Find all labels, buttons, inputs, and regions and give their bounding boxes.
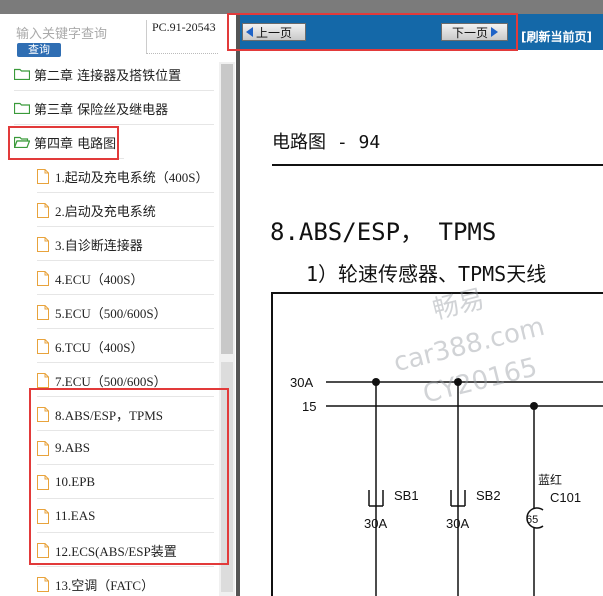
next-page-button[interactable]: 下一页 <box>441 23 508 41</box>
rail-30a-label: 30A <box>290 375 313 390</box>
file-icon <box>37 236 49 252</box>
tree-item-2[interactable]: 2.启动及充电系统 <box>37 194 214 227</box>
file-icon <box>37 338 49 354</box>
document-viewer: 上一页 下一页 [刷新当前页] 电路图 - 94 8.ABS/ESP， TPMS… <box>240 14 603 596</box>
file-icon <box>37 576 49 592</box>
refresh-page-link[interactable]: [刷新当前页] <box>521 28 592 45</box>
file-icon <box>37 508 49 524</box>
tree-item-1[interactable]: 1.起动及充电系统（400S） <box>37 160 214 193</box>
prev-page-label: 上一页 <box>256 25 293 40</box>
tree-item-label: 9.ABS <box>55 440 91 455</box>
arrow-left-icon <box>246 27 253 37</box>
fuse-sb2-rating: 30A <box>446 516 469 531</box>
file-icon <box>37 542 49 558</box>
file-icon <box>37 372 49 388</box>
file-icon <box>37 168 49 184</box>
next-page-label: 下一页 <box>452 25 489 40</box>
rail-15-label: 15 <box>302 399 316 414</box>
section-title: 8.ABS/ESP， TPMS <box>270 218 497 246</box>
tree-item-11[interactable]: 11.EAS <box>37 500 214 533</box>
tree-item-label: 10.EPB <box>55 474 96 489</box>
tree-item-7[interactable]: 7.ECU（500/600S） <box>37 364 214 397</box>
tree-item-6[interactable]: 6.TCU（400S） <box>37 330 214 363</box>
sidebar: 查询 PC.91-20543 第二章 连接器及搭铁位置 第三章 保险丝及继电器 … <box>0 14 236 596</box>
tree-item-label: 2.启动及充电系统 <box>55 203 156 219</box>
connector-c101-label: C101 <box>550 490 581 505</box>
pc-code-label: PC.91-20543 <box>146 20 218 54</box>
window-top-bar <box>0 0 603 14</box>
tree-item-9[interactable]: 9.ABS <box>37 432 214 465</box>
page-heading: 电路图 - 94 <box>272 132 381 153</box>
tree-item-label: 13.空调（FATC） <box>55 577 155 593</box>
tree-item-5[interactable]: 5.ECU（500/600S） <box>37 296 214 329</box>
tree-item-label: 1.起动及充电系统（400S） <box>55 169 209 185</box>
tree-item-12[interactable]: 12.ECS(ABS/ESP装置 <box>37 534 214 567</box>
fuse-sb2-label: SB2 <box>476 488 501 503</box>
tree-chapter-3[interactable]: 第三章 保险丝及继电器 <box>14 92 214 125</box>
tree-item-label: 6.TCU（400S） <box>55 339 144 355</box>
scrollbar-thumb[interactable] <box>221 64 233 354</box>
tree-item-label: 4.ECU（400S） <box>55 271 144 287</box>
sidebar-scrollbar[interactable] <box>219 62 235 596</box>
tree-item-4[interactable]: 4.ECU（400S） <box>37 262 214 295</box>
file-icon <box>37 270 49 286</box>
file-icon <box>37 440 49 456</box>
fuse-sb1-label: SB1 <box>394 488 419 503</box>
tree-chapter-4[interactable]: 第四章 电路图 <box>14 126 124 159</box>
prev-page-button[interactable]: 上一页 <box>242 23 306 41</box>
wire-color-label: 蓝红 <box>538 472 562 487</box>
search-input[interactable] <box>16 22 140 44</box>
tree-item-label: 5.ECU（500/600S） <box>55 305 167 321</box>
viewer-toolbar: 上一页 下一页 [刷新当前页] <box>240 14 603 50</box>
scrollbar-track[interactable] <box>221 362 233 592</box>
file-icon <box>37 202 49 218</box>
tree-chapter-2[interactable]: 第二章 连接器及搭铁位置 <box>14 58 214 91</box>
tree-chapter-label: 第二章 连接器及搭铁位置 <box>34 68 182 84</box>
file-icon <box>37 474 49 490</box>
connector-pin-label: 65 <box>526 514 538 526</box>
heading-rule <box>272 164 603 166</box>
subsection-title: 1）轮速传感器、TPMS天线 <box>306 262 547 286</box>
tree-item-label: 7.ECU（500/600S） <box>55 373 167 389</box>
tree-item-13[interactable]: 13.空调（FATC） <box>37 568 214 596</box>
file-icon <box>37 304 49 320</box>
folder-open-icon <box>14 136 30 148</box>
tree-item-label: 3.自诊断连接器 <box>55 237 143 253</box>
wiring-diagram: 30A 15 SB1 30A SB2 30A 蓝红 65 C101 <box>271 292 603 596</box>
fuse-sb1-rating: 30A <box>364 516 387 531</box>
tree-item-10[interactable]: 10.EPB <box>37 466 214 499</box>
tree-item-label: 12.ECS(ABS/ESP装置 <box>55 543 177 559</box>
tree-item-8[interactable]: 8.ABS/ESP，TPMS <box>37 398 214 431</box>
folder-icon <box>14 102 30 114</box>
arrow-right-icon <box>491 27 499 37</box>
tree-item-3[interactable]: 3.自诊断连接器 <box>37 228 214 261</box>
folder-icon <box>14 68 30 80</box>
tree-chapter-label: 第三章 保险丝及继电器 <box>34 102 169 118</box>
tree-item-label: 8.ABS/ESP，TPMS <box>55 407 164 423</box>
search-button[interactable]: 查询 <box>17 43 61 57</box>
tree-item-label: 11.EAS <box>55 508 96 523</box>
tree-chapter-label: 第四章 电路图 <box>34 136 117 152</box>
search-box: 查询 <box>10 18 140 58</box>
file-icon <box>37 406 49 422</box>
